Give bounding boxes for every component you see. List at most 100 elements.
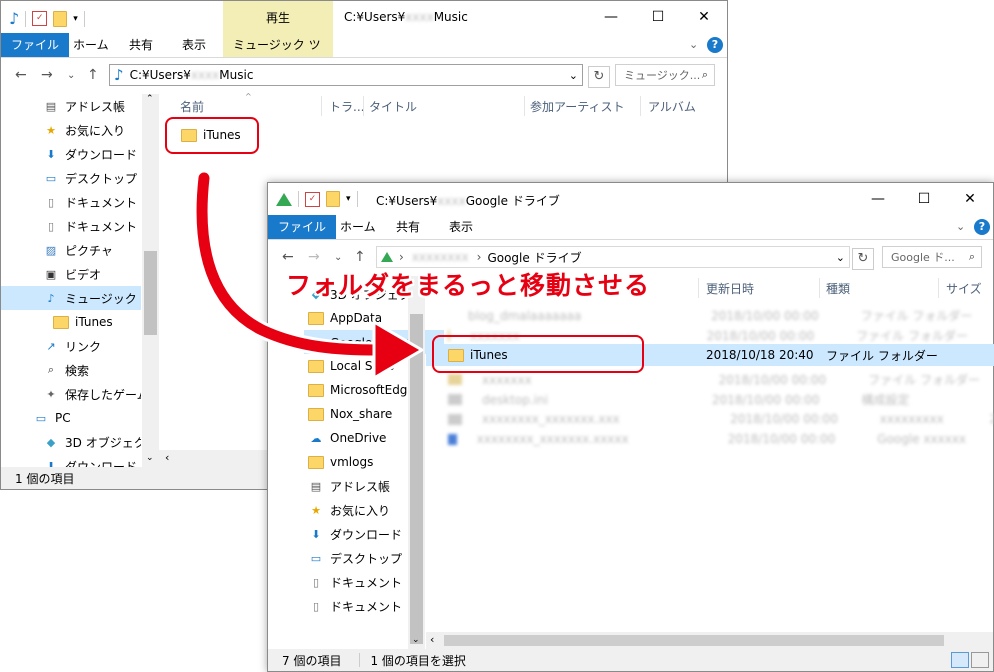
ribbon-collapse-chevron-icon[interactable]: ⌄ [689,38,698,51]
sidebar-item[interactable]: ▨ ピクチャ [1,238,141,262]
sidebar-item[interactable]: ♪ ミュージック [1,286,141,310]
file-row-blurred[interactable]: xxxxxxxx_xxxxxxx.xxx 2018/10/00 00:00 xx… [448,408,994,430]
sidebar-item[interactable]: ↗ リンク [1,334,141,358]
column-header-name[interactable]: 名前 [180,94,204,118]
refresh-icon[interactable]: ↻ [588,66,610,88]
maximize-button[interactable]: ☐ [635,1,681,33]
video-icon: ▣ [45,267,57,281]
details-view-icon[interactable] [951,652,969,668]
back-arrow-icon[interactable]: ← [282,249,294,265]
new-folder-icon[interactable] [53,10,68,27]
recent-locations-chevron-icon[interactable]: ⌄ [334,252,342,263]
recent-locations-chevron-icon[interactable]: ⌄ [67,70,75,81]
sidebar-item[interactable]: ▯ ドキュメント [1,190,141,214]
scroll-left-icon[interactable]: ‹ [430,633,434,646]
scroll-down-icon[interactable]: ⌄ [146,453,154,463]
up-arrow-icon[interactable]: ↑ [87,67,99,83]
sidebar-item-label: 3D オブジェクト [65,435,141,450]
address-dropdown-icon[interactable]: ⌄ [836,251,845,264]
ribbon-tabs: ファイル ホーム 共有 表示 ⌄ ? [268,215,993,240]
sidebar-item[interactable]: ▭ デスクトップ [1,166,141,190]
forward-arrow-icon[interactable]: → [308,249,320,265]
horizontal-scroll-thumb[interactable] [444,635,944,646]
search-input[interactable]: Google ド... ⌕ [882,246,982,268]
file-row-blurred[interactable]: desktop.ini 2018/10/00 00:00 構成設定 [448,388,988,410]
address-dropdown-icon[interactable]: ⌄ [569,69,578,82]
address-bar[interactable]: › xxxxxxxx › Google ドライブ ⌄ [376,246,850,268]
help-icon[interactable]: ? [974,219,990,235]
sidebar-item-label: Local Sites [330,359,395,373]
tab-share[interactable]: 共有 [386,215,430,239]
desktop-icon: ▭ [310,551,322,565]
sidebar-item[interactable]: ⌕ 検索 [1,358,141,382]
breadcrumb-chevron-icon[interactable]: › [477,250,482,264]
sidebar-item[interactable]: ◆ 3D オブジェクト [1,430,141,454]
close-button[interactable]: ✕ [681,1,727,33]
breadcrumb-chevron-icon[interactable]: › [399,250,404,264]
maximize-button[interactable]: ☐ [901,183,947,215]
tab-file[interactable]: ファイル [1,33,70,57]
column-header-type[interactable]: 種類 [826,276,850,300]
sidebar-item[interactable]: ⬇ ダウンロード [1,142,141,166]
sidebar-item[interactable]: ★ お気に入り [1,118,141,142]
refresh-icon[interactable]: ↻ [852,248,874,270]
nav-pane-scroll-thumb[interactable] [410,314,423,644]
tab-home[interactable]: ホーム [63,33,119,57]
column-header-artist[interactable]: 参加アーティスト [530,94,625,118]
column-header-modified[interactable]: 更新日時 [706,276,754,300]
sidebar-item-label: 保存したゲーム [65,387,141,402]
sidebar-item[interactable]: ▯ ドキュメント [1,214,141,238]
sidebar-item-label: デスクトップ [65,171,138,186]
address-bar[interactable]: ♪ C:¥Users¥ xxxx Music ⌄ [109,64,583,86]
tab-view[interactable]: 表示 [172,33,216,57]
qat-dropdown-icon[interactable]: ▾ [73,14,78,24]
sidebar-item[interactable]: ▤ アドレス帳 [1,94,141,118]
qat-dropdown-icon[interactable]: ▾ [346,194,351,204]
sidebar-item[interactable]: ▭ PC [1,406,141,430]
column-header-title[interactable]: タイトル [369,94,417,118]
nav-pane-scrollbar[interactable]: ⌄ [408,276,425,649]
sidebar-item[interactable]: iTunes [1,310,141,334]
up-arrow-icon[interactable]: ↑ [354,249,366,265]
sidebar-item-label: お気に入り [65,123,126,138]
file-row-blurred[interactable]: blog_dmalaaaaaaa 2018/10/00 00:00 ファイル フ… [448,304,972,326]
scroll-up-icon[interactable]: ⌃ [146,94,154,104]
folder-icon [308,406,324,422]
sidebar-item-label: iTunes [75,315,113,329]
download-icon: ⬇ [46,459,56,468]
file-row-blurred[interactable]: xxxxxxxx_xxxxxxx.xxxxx 2018/10/00 00:00 … [448,428,994,450]
sidebar-item[interactable]: ▣ ビデオ [1,262,141,286]
close-button[interactable]: ✕ [947,183,993,215]
ribbon-collapse-chevron-icon[interactable]: ⌄ [956,220,965,233]
window-title: C:¥Users¥xxxxMusic [344,10,468,24]
large-icons-view-icon[interactable] [971,652,989,668]
forward-arrow-icon[interactable]: → [41,67,53,83]
column-header-album[interactable]: アルバム [648,94,696,118]
scroll-left-icon[interactable]: ‹ [165,451,169,464]
scroll-down-icon[interactable]: ⌄ [412,635,420,645]
nav-pane-scrollbar[interactable]: ⌃ ⌄ [142,94,159,467]
tab-share[interactable]: 共有 [119,33,163,57]
column-header-size[interactable]: サイズ [946,276,982,300]
new-folder-icon[interactable] [326,191,340,207]
minimize-button[interactable]: — [855,183,901,215]
sidebar-item[interactable]: ⬇ ダウンロード [1,454,141,468]
properties-icon[interactable]: ✓ [305,191,320,207]
nav-pane-scroll-thumb[interactable] [144,251,157,335]
tab-home[interactable]: ホーム [330,215,386,239]
tab-music-tools[interactable]: ミュージック ツール [223,33,333,76]
breadcrumb-current[interactable]: Google ドライブ [487,249,581,266]
search-input[interactable]: ミュージック... ⌕ [615,64,715,86]
title-bar: ✓ ▾ C:¥Users¥xxxxGoogle ドライブ — ☐ ✕ [268,183,993,215]
tab-view[interactable]: 表示 [439,215,483,239]
tab-file[interactable]: ファイル [268,215,337,239]
horizontal-scrollbar[interactable]: ‹ [426,632,993,649]
sidebar-item-label: デスクトップ [330,551,403,566]
sidebar-item[interactable]: ✦ 保存したゲーム [1,382,141,406]
properties-icon[interactable]: ✓ [32,11,48,26]
minimize-button[interactable]: — [588,1,634,33]
help-icon[interactable]: ? [707,37,723,53]
contacts-icon: ▤ [45,99,57,113]
column-header-track[interactable]: トラ... [329,94,364,118]
back-arrow-icon[interactable]: ← [15,67,27,83]
